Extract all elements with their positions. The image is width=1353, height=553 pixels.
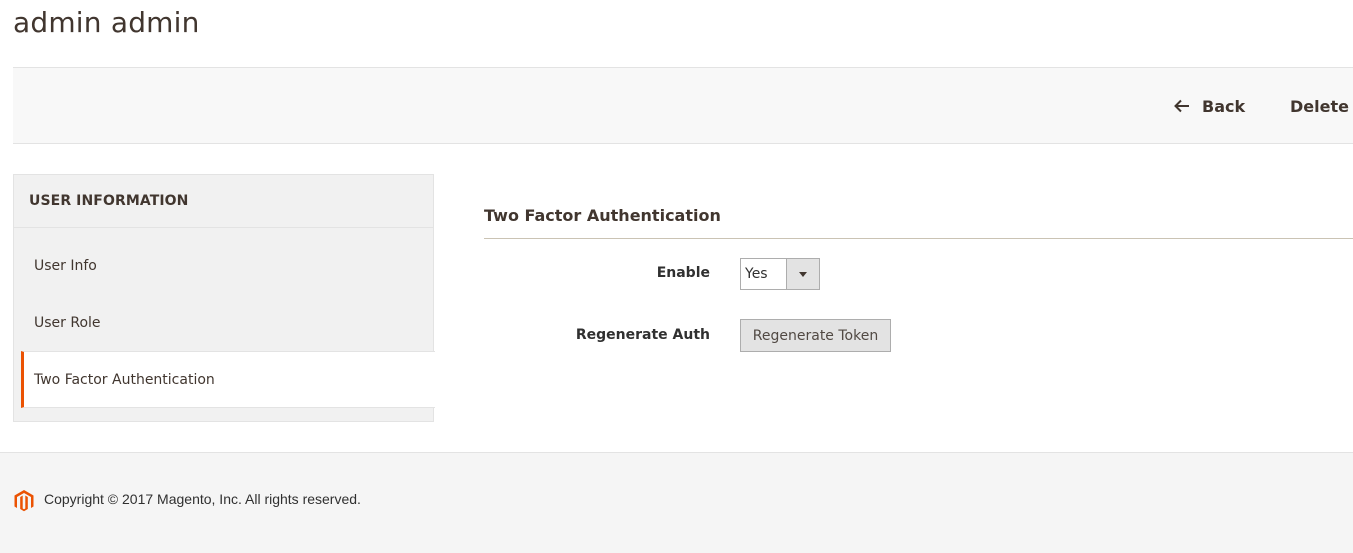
tab-user-info[interactable]: User Info xyxy=(14,237,433,294)
back-button[interactable]: Back xyxy=(1174,94,1245,118)
back-button-label: Back xyxy=(1202,96,1246,116)
user-information-tabs: USER INFORMATION User Info User Role Two… xyxy=(13,174,435,422)
delete-user-button[interactable]: Delete User xyxy=(1290,94,1353,118)
regenerate-token-button[interactable]: Regenerate Token xyxy=(740,319,891,352)
copyright-text: Copyright © 2017 Magento, Inc. All right… xyxy=(44,491,361,507)
tab-label: User Info xyxy=(34,257,97,274)
arrow-left-icon xyxy=(1174,99,1189,113)
page-title: admin admin xyxy=(13,6,200,39)
chevron-down-icon xyxy=(786,259,819,289)
tab-user-role[interactable]: User Role xyxy=(14,294,433,351)
tab-label: User Role xyxy=(34,314,101,331)
enable-label: Enable xyxy=(656,265,710,281)
tabs-header: USER INFORMATION xyxy=(14,175,433,228)
regenerate-auth-label: Regenerate Auth xyxy=(575,327,710,343)
section-title: Two Factor Authentication xyxy=(484,206,1353,239)
enable-select[interactable]: Yes xyxy=(740,258,820,290)
tab-two-factor-authentication[interactable]: Two Factor Authentication xyxy=(21,351,435,408)
delete-user-button-label: Delete User xyxy=(1290,96,1353,116)
tab-label: Two Factor Authentication xyxy=(34,371,215,388)
footer: Copyright © 2017 Magento, Inc. All right… xyxy=(0,452,1353,553)
enable-select-value: Yes xyxy=(745,266,768,282)
page-actions-bar: Back Delete User xyxy=(13,67,1353,144)
magento-logo-icon xyxy=(14,490,34,512)
